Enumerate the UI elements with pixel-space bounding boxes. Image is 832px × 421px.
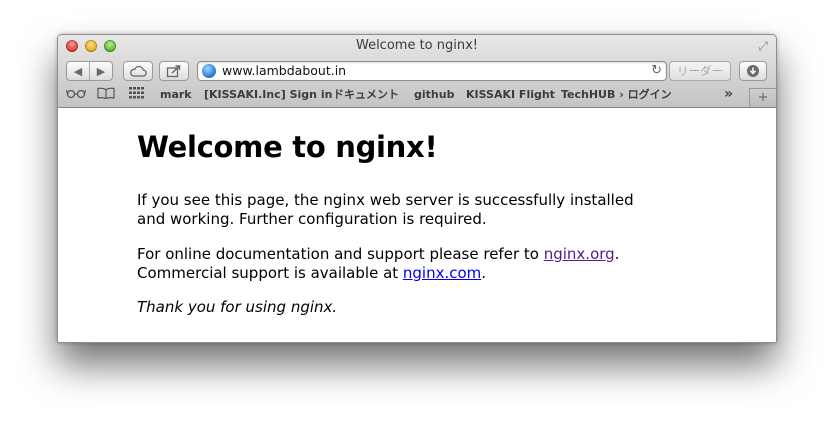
top-sites-grid-icon[interactable] xyxy=(129,87,145,102)
bookmark-item[interactable]: TechHUB › ログイン xyxy=(561,88,672,102)
bookmark-item[interactable]: KISSAKI Flight xyxy=(466,88,555,102)
address-bar[interactable]: www.lambdabout.in ↻ xyxy=(197,61,667,81)
commercial-support-text: Commercial support is available at xyxy=(137,263,403,282)
icloud-icon xyxy=(130,65,147,77)
thank-you-text: Thank you for using nginx. xyxy=(137,298,338,316)
support-text-period: . xyxy=(614,245,620,263)
bookmark-item[interactable]: ドキュメント xyxy=(333,88,399,102)
new-tab-button[interactable]: + xyxy=(749,88,776,107)
nginx-org-link[interactable]: nginx.org xyxy=(544,245,615,263)
support-paragraph: For online documentation and support ple… xyxy=(137,245,657,282)
browser-window: Welcome to nginx! ⤢ ◀ ▶ www.lambdabout.i… xyxy=(57,34,777,343)
share-icon xyxy=(166,65,181,78)
back-icon[interactable]: ◀ xyxy=(67,65,89,78)
reload-icon[interactable]: ↻ xyxy=(651,63,662,79)
nginx-com-link[interactable]: nginx.com xyxy=(403,264,481,282)
bookmark-item[interactable]: mark xyxy=(160,88,192,102)
reader-button[interactable]: リーダー xyxy=(669,61,731,81)
icloud-tabs-button[interactable] xyxy=(123,61,153,81)
url-field[interactable]: www.lambdabout.in xyxy=(222,63,346,79)
page-content: Welcome to nginx! If you see this page, … xyxy=(58,108,776,342)
bookmarks-bar: mark [KISSAKI.Inc] Sign in ドキュメント github… xyxy=(58,85,776,105)
commercial-support-period: . xyxy=(481,263,487,282)
back-forward-buttons: ◀ ▶ xyxy=(66,61,113,81)
share-button[interactable] xyxy=(159,61,189,81)
support-text: For online documentation and support ple… xyxy=(137,245,544,263)
bookmark-item[interactable]: [KISSAKI.Inc] Sign in xyxy=(204,88,332,102)
intro-paragraph: If you see this page, the nginx web serv… xyxy=(137,191,634,228)
browser-chrome: Welcome to nginx! ⤢ ◀ ▶ www.lambdabout.i… xyxy=(58,35,776,108)
more-bookmarks-icon[interactable]: » xyxy=(724,86,733,102)
globe-icon xyxy=(202,64,216,78)
bookmark-item[interactable]: github xyxy=(414,88,454,102)
fullscreen-icon[interactable]: ⤢ xyxy=(756,39,770,53)
reading-list-icon[interactable] xyxy=(65,87,87,102)
downloads-button[interactable] xyxy=(739,61,767,81)
window-title: Welcome to nginx! xyxy=(355,38,479,53)
forward-icon[interactable]: ▶ xyxy=(90,65,112,78)
page-heading: Welcome to nginx! xyxy=(137,130,438,164)
bookmarks-book-icon[interactable] xyxy=(97,87,115,102)
download-icon xyxy=(747,65,759,77)
